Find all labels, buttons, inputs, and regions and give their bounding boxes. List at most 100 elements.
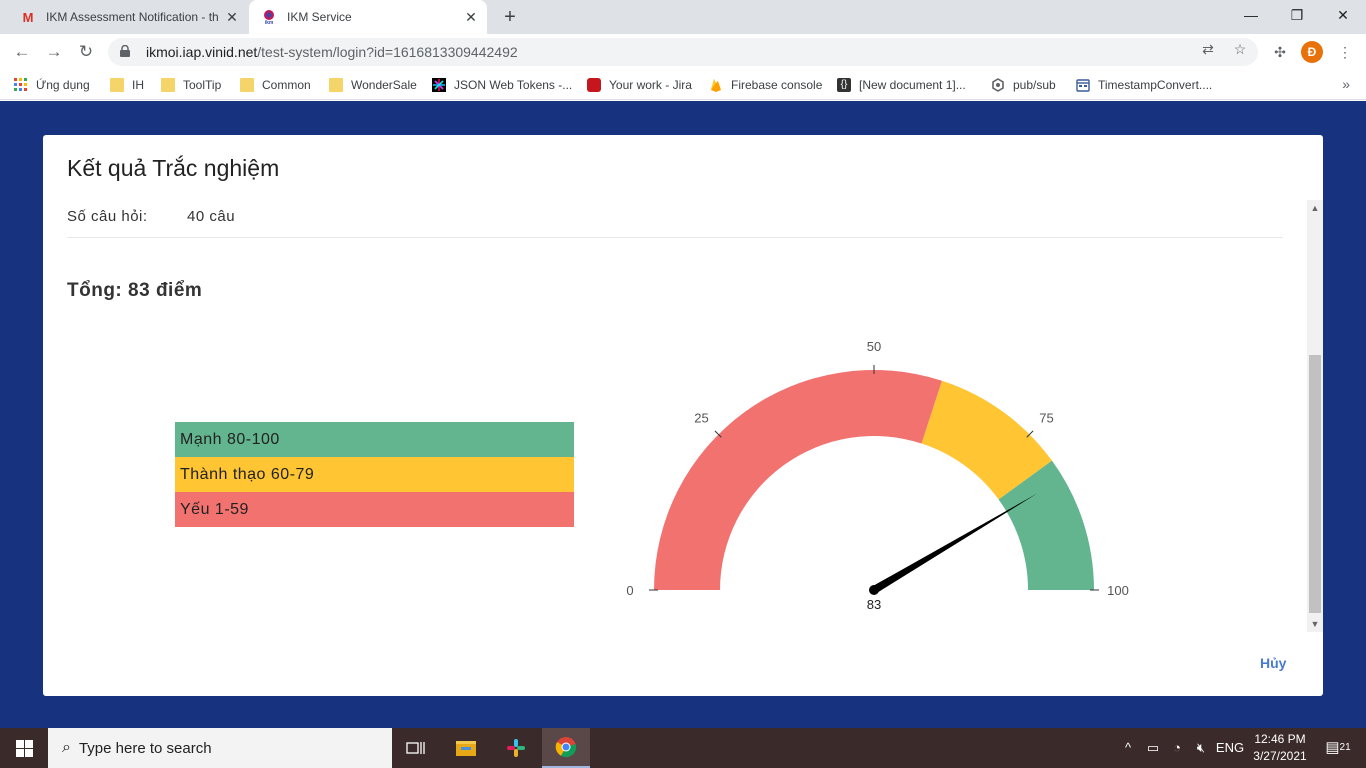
profile-avatar[interactable]: Đ <box>1301 41 1323 63</box>
close-tab-icon[interactable]: ✕ <box>459 9 483 26</box>
extensions-icon[interactable]: ✣ <box>1268 40 1292 64</box>
bookmark-pubsub[interactable]: pub/sub <box>991 76 1056 94</box>
scroll-up-arrow-icon[interactable]: ▲ <box>1307 200 1323 216</box>
bookmark-label: pub/sub <box>1013 78 1056 92</box>
close-window-icon[interactable]: ✕ <box>1320 0 1366 30</box>
bookmark-new-document[interactable]: {} [New document 1]... <box>837 76 966 94</box>
gauge-band-0 <box>654 369 942 590</box>
bookmark-star-icon[interactable]: ☆ <box>1231 40 1249 58</box>
bookmark-tooltip[interactable]: ToolTip <box>161 76 221 94</box>
search-icon: ⌕ <box>62 739 71 756</box>
svg-text:ikm: ikm <box>265 20 274 25</box>
forward-icon[interactable]: → <box>42 40 66 64</box>
system-clock[interactable]: 12:46 PM 3/27/2021 <box>1250 731 1310 765</box>
bookmark-label: ToolTip <box>183 78 222 92</box>
timestamp-icon <box>1076 78 1090 92</box>
address-bar[interactable]: ikmoi.iap.vinid.net/test-system/login?id… <box>108 38 1258 66</box>
bookmarks-bar: Ứng dụng IH ToolTip Common WonderSale JS… <box>0 70 1366 100</box>
scroll-thumb[interactable] <box>1309 355 1321 613</box>
new-tab-button[interactable]: + <box>498 5 522 29</box>
legend-proficient: Thành thạo 60-79 <box>175 457 574 492</box>
braces-icon: {} <box>837 78 851 92</box>
bookmark-label: Common <box>262 78 311 92</box>
volume-muted-icon[interactable]: 🔇︎ <box>1190 728 1212 768</box>
gauge-tick-label: 75 <box>1039 410 1053 425</box>
clock-date: 3/27/2021 <box>1253 749 1307 763</box>
task-view-icon[interactable] <box>392 728 440 768</box>
gauge-tick-label: 25 <box>694 410 708 425</box>
bookmark-label: Firebase console <box>731 78 823 92</box>
bookmark-firebase[interactable]: Firebase console <box>709 76 822 94</box>
file-explorer-icon[interactable] <box>442 728 490 768</box>
bookmark-common[interactable]: Common <box>240 76 311 94</box>
jwt-icon <box>432 78 446 92</box>
folder-icon <box>329 78 343 92</box>
gauge-needle <box>871 493 1038 594</box>
tab-title: IKM Service <box>287 10 352 24</box>
score-gauge: 0 25 50 75 100 83 <box>626 339 1128 612</box>
bookmark-apps[interactable]: Ứng dụng <box>14 76 90 94</box>
bookmark-jira[interactable]: Your work - Jira <box>587 76 692 94</box>
apps-grid-icon <box>14 78 28 92</box>
bookmark-label: Ứng dụng <box>36 78 90 92</box>
wifi-icon[interactable]: ◔ <box>1166 728 1188 768</box>
jira-icon <box>587 78 601 92</box>
browser-toolbar: ← → ↻ ikmoi.iap.vinid.net/test-system/lo… <box>0 34 1366 70</box>
gauge-tick-label: 50 <box>867 339 881 354</box>
taskbar-search-box[interactable]: ⌕ Type here to search <box>48 728 392 768</box>
folder-icon <box>110 78 124 92</box>
bookmark-label: JSON Web Tokens -... <box>454 78 573 92</box>
folder-icon <box>161 78 175 92</box>
reload-icon[interactable]: ↻ <box>74 40 98 64</box>
bookmark-label: IH <box>132 78 144 92</box>
lock-icon <box>120 44 134 60</box>
ikm-icon: ikm <box>261 9 277 25</box>
translate-icon[interactable]: ⇄ <box>1199 40 1217 58</box>
slack-icon[interactable] <box>492 728 540 768</box>
scroll-down-arrow-icon[interactable]: ▼ <box>1307 616 1323 632</box>
more-bookmarks-icon[interactable]: » <box>1342 76 1350 92</box>
bookmark-ih[interactable]: IH <box>110 76 144 94</box>
legend-weak: Yếu 1-59 <box>175 492 574 527</box>
show-hidden-icons-icon[interactable]: ^ <box>1118 728 1138 768</box>
total-score: Tổng: 83 điểm <box>67 280 203 301</box>
windows-start-button[interactable] <box>0 728 48 768</box>
question-count-row: Số câu hỏi: 40 câu <box>67 208 1283 238</box>
bookmark-wondersale[interactable]: WonderSale <box>329 76 417 94</box>
restore-icon[interactable]: ❐ <box>1274 0 1320 30</box>
gauge-needle-hub <box>869 585 879 595</box>
pubsub-icon <box>991 78 1005 92</box>
score-legend: Mạnh 80-100 Thành thạo 60-79 Yếu 1-59 <box>175 422 574 527</box>
minimize-icon[interactable]: — <box>1228 0 1274 30</box>
back-icon[interactable]: ← <box>10 40 34 64</box>
dialog-scrollbar[interactable]: ▲ ▼ <box>1307 200 1323 632</box>
result-dialog: Kết quả Trắc nghiệm Số câu hỏi: 40 câu T… <box>43 135 1323 696</box>
notification-count: 21 <box>1339 742 1351 753</box>
bookmark-jwt[interactable]: JSON Web Tokens -... <box>432 76 572 94</box>
chrome-icon[interactable] <box>542 728 590 768</box>
bookmark-timestamp[interactable]: TimestampConvert.... <box>1076 76 1212 94</box>
clock-time: 12:46 PM <box>1254 732 1306 746</box>
bookmark-label: [New document 1]... <box>859 78 966 92</box>
dialog-title: Kết quả Trắc nghiệm <box>67 155 280 181</box>
tab-ikm-service[interactable]: ikm IKM Service ✕ <box>249 0 487 34</box>
url-text: ikmoi.iap.vinid.net/test-system/login?id… <box>146 44 1258 60</box>
browser-tab-strip: M IKM Assessment Notification - th ✕ ikm… <box>0 0 1366 34</box>
firebase-icon <box>709 78 723 92</box>
folder-icon <box>240 78 254 92</box>
language-indicator[interactable]: ENG <box>1214 728 1246 768</box>
search-placeholder: Type here to search <box>78 739 212 757</box>
battery-icon[interactable]: ▭ <box>1142 728 1164 768</box>
gauge-value-label: 83 <box>867 597 881 612</box>
cancel-button[interactable]: Hủy <box>1260 655 1286 671</box>
url-host: ikmoi.iap.vinid.net <box>146 44 258 60</box>
question-count-value: 40 câu <box>187 208 236 225</box>
url-path: /test-system/login?id=1616813309442492 <box>257 44 518 60</box>
tab-title: IKM Assessment Notification - th <box>46 10 219 24</box>
menu-kebab-icon[interactable]: ⋮ <box>1333 40 1357 64</box>
close-tab-icon[interactable]: ✕ <box>220 9 244 26</box>
windows-taskbar: ⌕ Type here to search ^ ▭ ◔ 🔇︎ ENG 12:46… <box>0 728 1366 768</box>
notifications-icon[interactable]: ▤21 <box>1318 728 1358 768</box>
legend-strong: Mạnh 80-100 <box>175 422 574 457</box>
tab-ikm-assessment-notification[interactable]: M IKM Assessment Notification - th ✕ <box>8 0 248 34</box>
